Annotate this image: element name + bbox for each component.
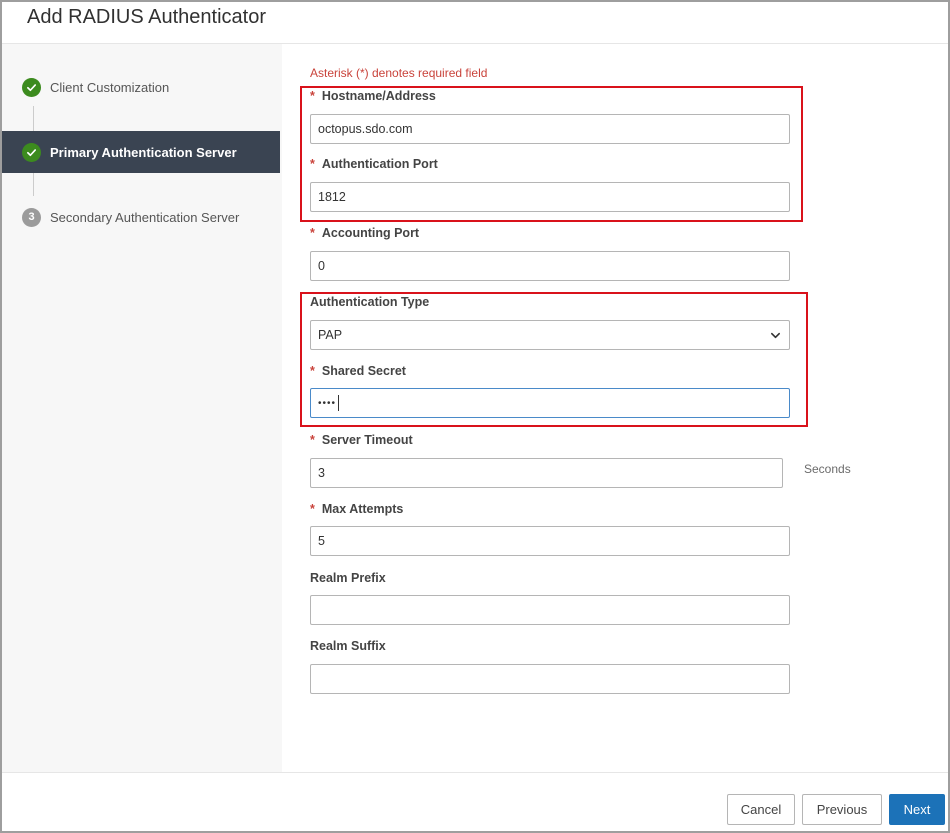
step-number-badge: 3 — [22, 207, 41, 227]
accounting-port-label: * Accounting Port — [310, 226, 420, 240]
step-primary-authentication-server[interactable]: Primary Authentication Server — [2, 131, 280, 173]
step-secondary-authentication-server[interactable]: 3 Secondary Authentication Server — [2, 196, 280, 238]
server-timeout-units: Seconds — [804, 462, 851, 476]
step-client-customization[interactable]: Client Customization — [2, 66, 280, 108]
required-field-note: Asterisk (*) denotes required field — [310, 66, 488, 80]
check-icon — [22, 77, 41, 97]
dialog-title: Add RADIUS Authenticator — [27, 6, 267, 28]
step-label: Primary Authentication Server — [50, 144, 237, 160]
highlight-box — [300, 292, 808, 427]
server-timeout-label: * Server Timeout — [310, 433, 413, 447]
max-attempts-label: * Max Attempts — [310, 502, 404, 516]
realm-suffix-field[interactable] — [310, 664, 790, 694]
realm-suffix-label: Realm Suffix — [310, 639, 386, 653]
step-label: Client Customization — [50, 79, 170, 95]
accounting-port-field[interactable]: 0 — [310, 251, 790, 281]
required-marker: * — [310, 433, 315, 447]
next-button[interactable]: Next — [889, 794, 945, 825]
cancel-button[interactable]: Cancel — [727, 794, 795, 825]
max-attempts-field[interactable]: 5 — [310, 526, 790, 556]
realm-prefix-field[interactable] — [310, 595, 790, 625]
realm-prefix-label: Realm Prefix — [310, 571, 386, 585]
footer-divider — [2, 772, 948, 773]
step-connector — [33, 106, 34, 132]
previous-button[interactable]: Previous — [802, 794, 882, 825]
highlight-box — [300, 86, 803, 222]
required-marker: * — [310, 502, 315, 516]
wizard-sidebar: Client Customization Primary Authenticat… — [2, 44, 282, 772]
check-icon — [22, 142, 41, 162]
step-label: Secondary Authentication Server — [50, 209, 240, 225]
server-timeout-field[interactable]: 3 — [310, 458, 783, 488]
step-connector — [33, 172, 34, 196]
required-marker: * — [310, 226, 315, 240]
